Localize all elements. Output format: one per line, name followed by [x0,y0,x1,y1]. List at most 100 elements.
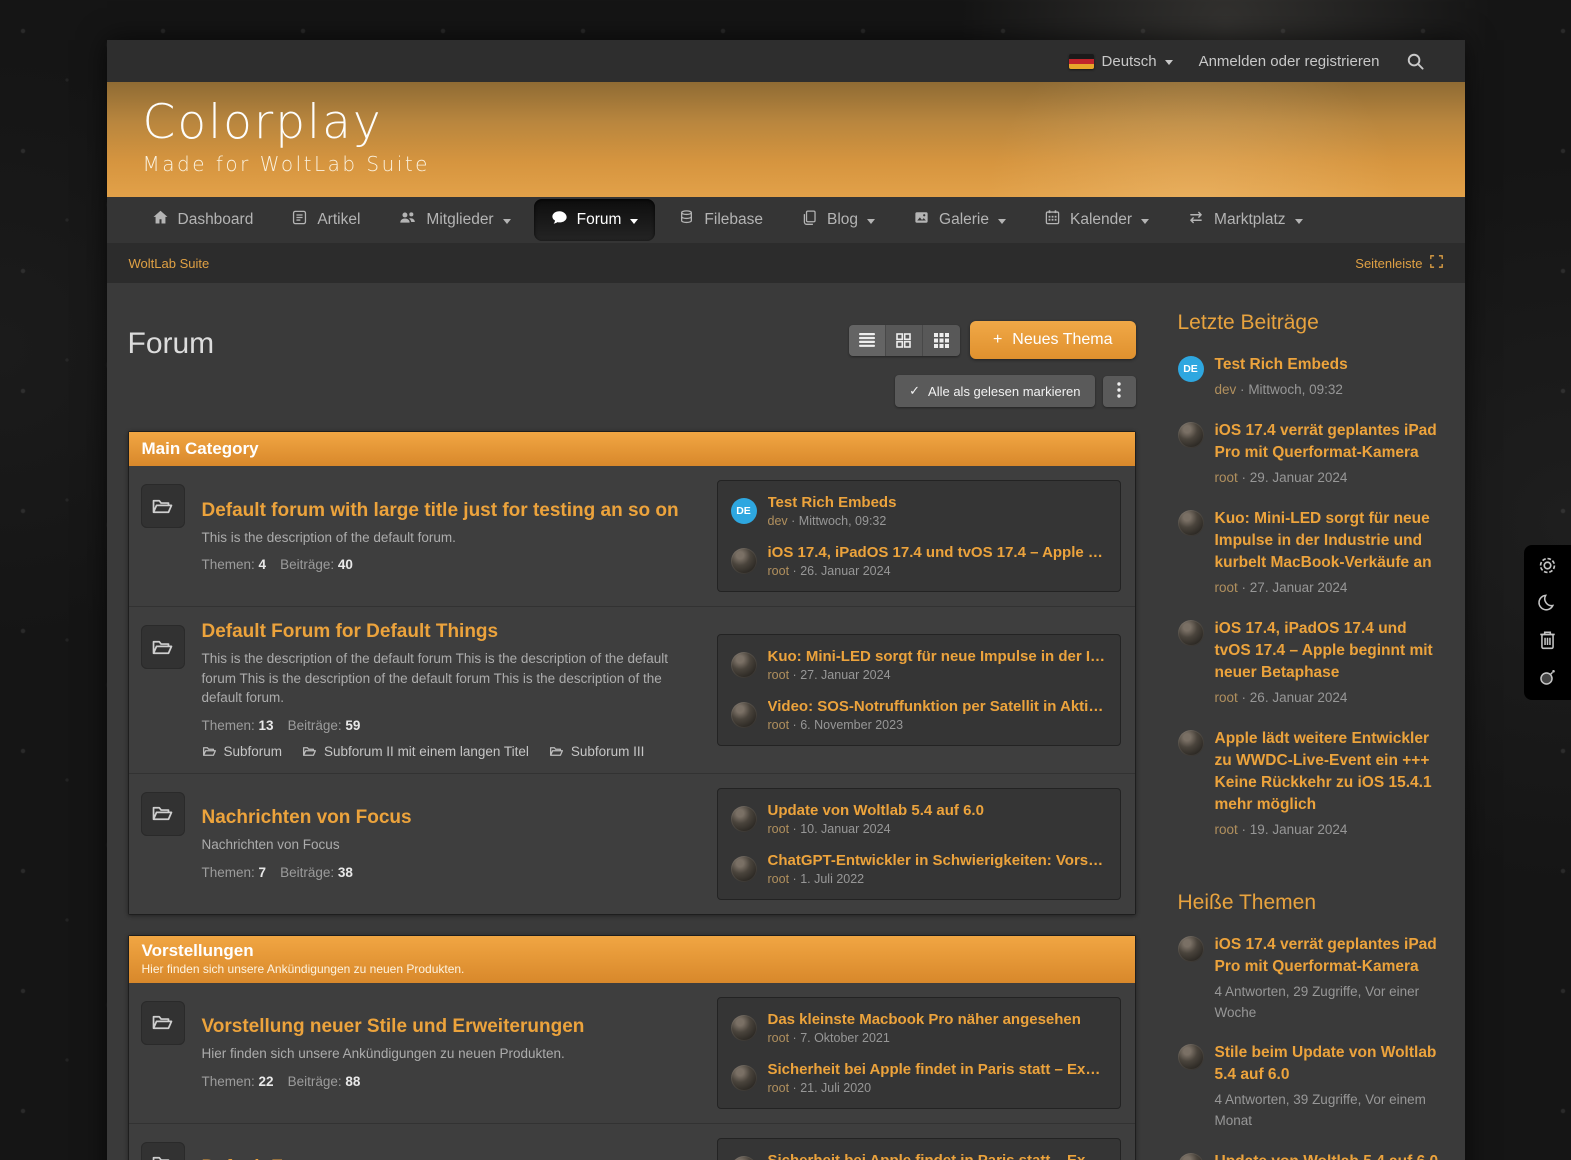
nav-artikel[interactable]: Artikel [276,200,375,240]
author-link[interactable]: root [1215,690,1238,705]
author-link[interactable]: root [768,872,790,886]
hot-topic-title-link[interactable]: Update von Woltlab 5.4 auf 6.0 [1215,1151,1444,1160]
more-options-button[interactable] [1103,376,1136,407]
author-link[interactable]: root [768,822,790,836]
avatar[interactable] [1178,1153,1204,1160]
author-link[interactable]: root [1215,470,1238,485]
image-icon [913,209,930,231]
author-link[interactable]: root [768,668,790,682]
author-link[interactable]: root [1215,822,1238,837]
bomb-icon [1538,667,1558,692]
avatar[interactable]: DE [1178,356,1204,382]
recent-post-title-link[interactable]: iOS 17.4, iPadOS 17.4 und tvOS 17.4 – Ap… [1215,618,1444,684]
avatar[interactable] [731,1065,757,1091]
avatar[interactable] [731,856,757,882]
nav-forum[interactable]: Forum [534,199,656,241]
avatar[interactable] [1178,730,1204,756]
page-title: Forum [128,327,215,361]
search-button[interactable] [1406,52,1425,71]
check-icon: ✓ [909,383,920,399]
site-logo[interactable]: Colorplay [143,96,1465,150]
forum-title-link[interactable]: Default forum with large title just for … [202,500,679,522]
login-register-link[interactable]: Anmelden oder registrieren [1199,53,1380,70]
nav-marktplatz[interactable]: Marktplatz [1172,200,1318,240]
nav-filebase[interactable]: Filebase [663,200,778,240]
grid-view-button[interactable] [886,325,923,356]
new-topic-button[interactable]: + Neues Thema [970,321,1136,359]
author-link[interactable]: root [768,1081,790,1095]
subforum-list: Subforum Subforum II mit einem langen Ti… [202,744,699,759]
category-title: Vorstellungen [142,941,1122,961]
avatar[interactable] [731,806,757,832]
avatar[interactable] [1178,620,1204,646]
category-title: Main Category [142,439,1122,459]
avatar[interactable] [731,652,757,678]
breadcrumb[interactable]: WoltLab Suite [129,256,210,271]
forum-stats: Themen: 13Beiträge: 59 [202,718,699,733]
hot-topic-title-link[interactable]: Stile beim Update von Woltlab 5.4 auf 6.… [1215,1042,1444,1086]
newspaper-icon [291,209,308,231]
avatar[interactable] [1178,936,1204,962]
trash-button[interactable] [1537,631,1559,653]
author-link[interactable]: dev [768,514,788,528]
sidebar-toggle[interactable]: Seitenleiste [1355,255,1442,271]
avatar[interactable] [731,1015,757,1041]
dark-mode-button[interactable] [1537,594,1559,616]
last-post-title-link[interactable]: Test Rich Embeds [768,494,1107,511]
avatar[interactable] [731,1156,757,1160]
nav-blog[interactable]: Blog [786,200,890,240]
last-post-title-link[interactable]: iOS 17.4, iPadOS 17.4 und tvOS 17.4 – Ap… [768,544,1107,561]
recent-posts-heading: Letzte Beiträge [1178,311,1444,335]
compact-grid-view-button[interactable] [923,325,960,356]
category-header: Vorstellungen Hier finden sich unsere An… [129,936,1135,983]
avatar[interactable]: DE [731,498,757,524]
main-column: Forum + Neues Thema [128,283,1136,1160]
nav-mitglieder[interactable]: Mitglieder [383,200,525,240]
forum-title-link[interactable]: Vorstellung neuer Stile und Erweiterunge… [202,1016,585,1038]
pages-icon [801,209,818,231]
nav-label: Filebase [704,211,763,229]
recent-post-title-link[interactable]: Test Rich Embeds [1215,354,1348,376]
avatar[interactable] [731,702,757,728]
nav-galerie[interactable]: Galerie [898,200,1021,240]
avatar[interactable] [1178,422,1204,448]
mark-all-read-button[interactable]: ✓ Alle als gelesen markieren [895,375,1094,407]
recent-post-item: Apple lädt weitere Entwickler zu WWDC-Li… [1178,728,1444,841]
avatar[interactable] [1178,510,1204,536]
last-post-title-link[interactable]: Update von Woltlab 5.4 auf 6.0 [768,802,1107,819]
recent-post-title-link[interactable]: iOS 17.4 verrät geplantes iPad Pro mit Q… [1215,420,1444,464]
last-post-title-link[interactable]: Sicherheit bei Apple findet in Paris sta… [768,1061,1107,1078]
author-link[interactable]: root [768,564,790,578]
forum-title-link[interactable]: Nachrichten von Focus [202,807,412,829]
last-post-item: Kuo: Mini-LED sorgt für neue Impulse in … [718,640,1120,690]
subforum-link[interactable]: Subforum II mit einem langen Titel [302,744,529,759]
recent-post-title-link[interactable]: Apple lädt weitere Entwickler zu WWDC-Li… [1215,728,1444,816]
author-link[interactable]: root [768,1031,790,1045]
last-post-title-link[interactable]: ChatGPT-Entwickler in Schwierigkeiten: V… [768,852,1107,869]
last-post-title-link[interactable]: Kuo: Mini-LED sorgt für neue Impulse in … [768,648,1107,665]
main-navigation: Dashboard Artikel Mitglieder Forum Fileb… [107,197,1465,243]
top-bar: Deutsch Anmelden oder registrieren [107,40,1465,82]
avatar[interactable] [731,548,757,574]
language-selector[interactable]: Deutsch [1069,53,1173,70]
last-post-title-link[interactable]: Das kleinste Macbook Pro näher angesehen [768,1011,1107,1028]
author-link[interactable]: dev [1215,382,1237,397]
recent-post-title-link[interactable]: Kuo: Mini-LED sorgt für neue Impulse in … [1215,508,1444,574]
forum-row: Nachrichten von Focus Nachrichten von Fo… [129,773,1135,914]
hot-topic-item: Stile beim Update von Woltlab 5.4 auf 6.… [1178,1042,1444,1132]
settings-button[interactable] [1537,557,1559,579]
nav-kalender[interactable]: Kalender [1029,200,1164,240]
hot-topic-title-link[interactable]: iOS 17.4 verrät geplantes iPad Pro mit Q… [1215,934,1444,978]
language-label: Deutsch [1102,53,1157,70]
subforum-link[interactable]: Subforum III [549,744,645,759]
forum-title-link[interactable]: Default Forum for Default Things [202,621,499,643]
author-link[interactable]: root [1215,580,1238,595]
bomb-icon-button[interactable] [1537,668,1559,690]
subforum-link[interactable]: Subforum [202,744,283,759]
nav-dashboard[interactable]: Dashboard [137,200,269,240]
author-link[interactable]: root [768,718,790,732]
last-post-title-link[interactable]: Video: SOS-Notruffunktion per Satellit i… [768,698,1107,715]
list-view-button[interactable] [849,325,886,356]
last-post-title-link[interactable]: Sicherheit bei Apple findet in Paris sta… [768,1152,1107,1160]
avatar[interactable] [1178,1044,1204,1070]
